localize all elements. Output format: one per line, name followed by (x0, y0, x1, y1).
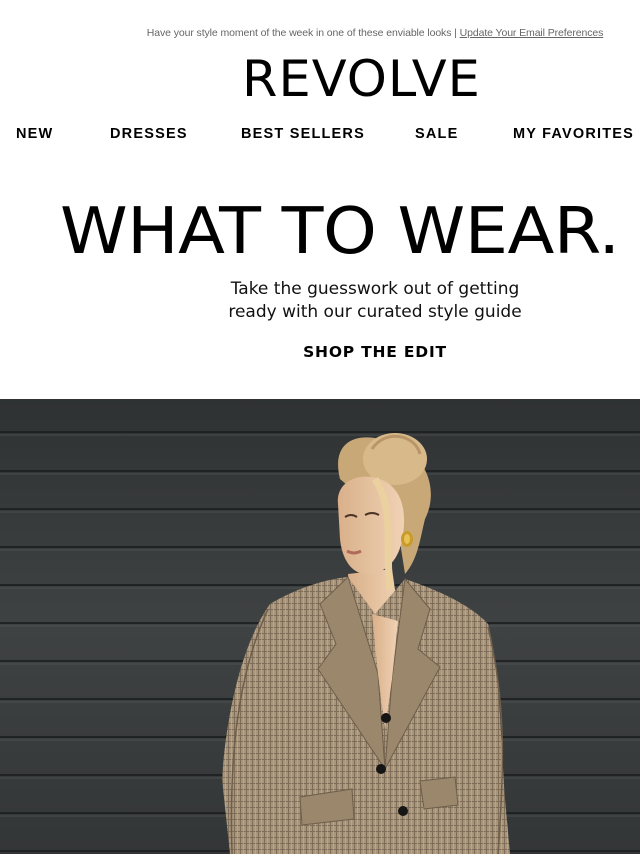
hero-subtitle-line-1: Take the guesswork out of getting (230, 279, 520, 299)
hero-photo[interactable] (0, 399, 640, 854)
hero-subtitle-line-2: ready with our curated style guide (228, 301, 522, 322)
nav-item-sale[interactable]: SALE (415, 126, 458, 142)
email-preferences-link[interactable]: Update Your Email Preferences (460, 27, 604, 39)
logo-text: REVOLVE (242, 50, 481, 108)
main-nav: NEW DRESSES BEST SELLERS SALE MY FAVORIT… (0, 126, 640, 144)
preheader: Have your style moment of the week in on… (0, 27, 640, 39)
nav-item-best-sellers[interactable]: BEST SELLERS (241, 126, 365, 142)
shop-the-edit-button[interactable]: SHOP THE EDIT (270, 343, 480, 361)
hero-subtitle: Take the guesswork out of getting ready … (200, 278, 550, 323)
preheader-text: Have your style moment of the week in on… (146, 27, 460, 39)
hero-photo-illustration (0, 399, 640, 854)
hero-title: WHAT TO WEAR. (60, 195, 620, 269)
nav-item-dresses[interactable]: DRESSES (110, 126, 188, 142)
nav-item-new[interactable]: NEW (16, 126, 53, 142)
revolve-logo[interactable]: REVOLVE (242, 54, 513, 104)
nav-item-my-favorites[interactable]: MY FAVORITES (513, 126, 634, 142)
